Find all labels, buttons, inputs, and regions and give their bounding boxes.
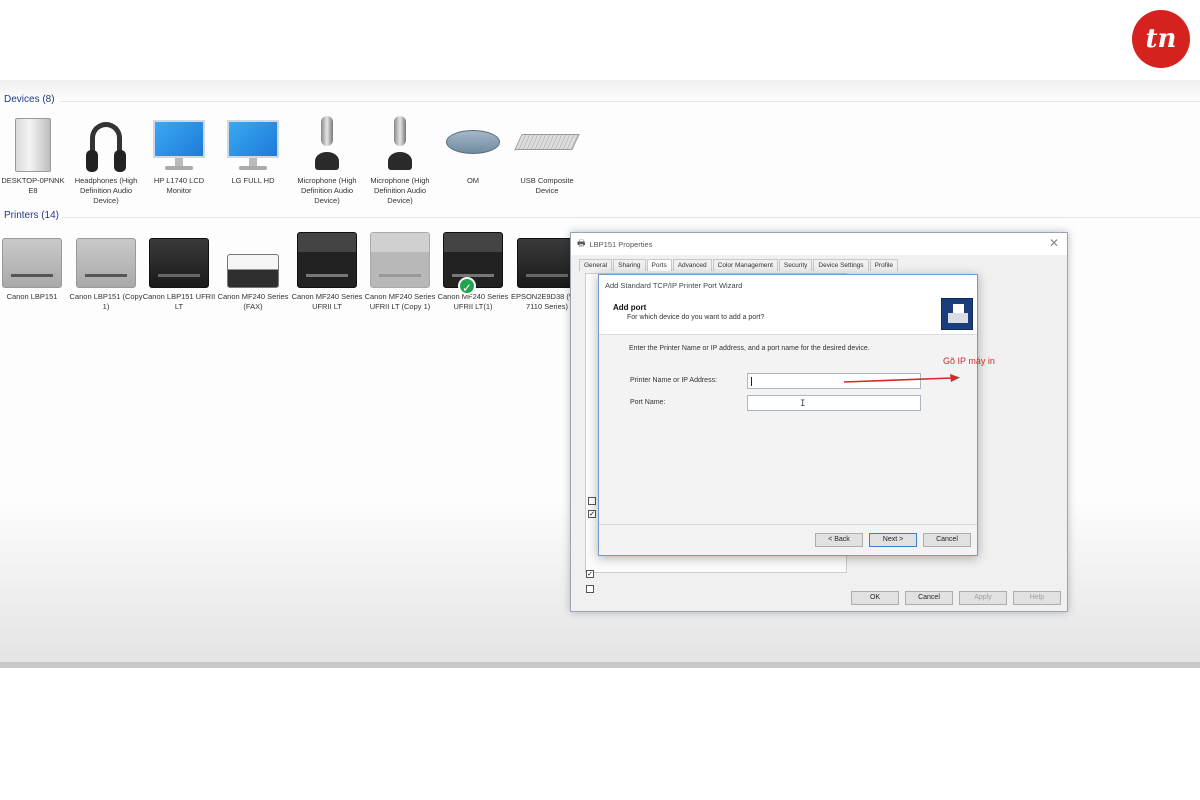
printer-label: Canon MF240 Series (FAX) <box>217 292 289 311</box>
ip-address-label: Printer Name or IP Address: <box>630 377 718 384</box>
tcpip-port-wizard: Add Standard TCP/IP Printer Port Wizard … <box>598 274 978 556</box>
printer-item-lbp151[interactable]: Canon LBP151 <box>0 228 69 302</box>
printer-label: Canon MF240 Series UFRII LT <box>291 292 363 311</box>
device-item-headphones[interactable]: Headphones (High Definition Audio Device… <box>69 112 143 206</box>
device-label: Microphone (High Definition Audio Device… <box>297 176 357 205</box>
printer-item-lbp151-copy1[interactable]: Canon LBP151 (Copy 1) <box>69 228 143 312</box>
printers-divider <box>62 217 1200 218</box>
device-item-hp-monitor[interactable]: HP L1740 LCD Monitor <box>142 112 216 196</box>
port-name-input[interactable]: I <box>747 395 921 411</box>
tab-advanced[interactable]: Advanced <box>672 259 712 271</box>
tab-sharing[interactable]: Sharing <box>613 259 646 271</box>
tab-color-management[interactable]: Color Management <box>712 259 778 271</box>
wizard-separator <box>599 524 977 525</box>
properties-title: LBP151 Properties <box>589 239 653 249</box>
close-icon[interactable]: ✕ <box>1049 236 1059 250</box>
properties-tabs: General Sharing Ports Advanced Color Man… <box>579 259 899 271</box>
printer-grey-icon <box>76 238 136 288</box>
printer-item-mf240-ufrii[interactable]: Canon MF240 Series UFRII LT <box>290 228 364 312</box>
tab-ports[interactable]: Ports <box>646 259 672 271</box>
mouse-icon <box>446 130 500 154</box>
mfp-black-icon <box>297 232 357 288</box>
printers-section-title[interactable]: Printers (14) <box>4 210 59 221</box>
device-item-microphone-2[interactable]: Microphone (High Definition Audio Device… <box>363 112 437 206</box>
annotation-text: Gõ IP máy in <box>943 356 995 366</box>
printer-item-mf240-ufrii-1[interactable]: ✓ Canon MF240 Series UFRII LT(1) <box>436 228 510 312</box>
devices-and-printers-window: Devices (8) DESKTOP-0PNNK E8 Headphones … <box>0 80 1200 668</box>
monitor-icon <box>227 120 279 172</box>
monitor-icon <box>153 120 205 172</box>
printer-item-lbp151-ufrii[interactable]: Canon LBP151 UFRII LT <box>142 228 216 312</box>
microphone-icon <box>312 116 342 172</box>
device-item-usb-composite[interactable]: USB Composite Device <box>510 112 584 196</box>
brand-logo: tn <box>1132 10 1190 68</box>
device-item-microphone-1[interactable]: Microphone (High Definition Audio Device… <box>290 112 364 206</box>
printer-item-mf240-ufrii-copy1[interactable]: Canon MF240 Series UFRII LT (Copy 1) <box>363 228 437 312</box>
printer-wizard-icon <box>941 298 973 330</box>
bidirectional-checkbox[interactable]: ✓ <box>586 570 594 578</box>
default-check-icon: ✓ <box>458 277 476 295</box>
device-item-mouse[interactable]: OM <box>436 112 510 186</box>
annotation-arrow-icon <box>844 374 960 383</box>
wizard-button-row: < Back Next > Cancel <box>815 533 971 547</box>
printer-label: Canon LBP151 (Copy 1) <box>69 292 143 311</box>
headphones-icon <box>86 122 126 172</box>
wizard-cancel-button[interactable]: Cancel <box>923 533 971 547</box>
wizard-title: Add Standard TCP/IP Printer Port Wizard <box>599 275 977 295</box>
printer-label: Canon LBP151 <box>6 292 58 301</box>
computer-tower-icon <box>15 118 51 172</box>
screen-bottom-edge <box>0 662 1200 668</box>
properties-titlebar: 🖶 LBP151 Properties <box>571 233 1067 255</box>
wizard-instruction: Enter the Printer Name or IP address, an… <box>629 345 870 352</box>
device-item-lg-monitor[interactable]: LG FULL HD <box>216 112 290 186</box>
device-label: USB Composite Device <box>520 176 574 195</box>
device-label: LG FULL HD <box>231 176 275 185</box>
fax-icon <box>227 254 279 288</box>
keyboard-icon <box>514 134 580 150</box>
printer-label: Canon MF240 Series UFRII LT(1) <box>437 292 509 311</box>
devices-divider <box>60 101 1200 102</box>
tab-profile[interactable]: Profile <box>869 259 898 271</box>
printer-grey-icon <box>2 238 62 288</box>
mfp-black-icon: ✓ <box>443 232 503 295</box>
pooling-checkbox[interactable] <box>586 585 594 593</box>
apply-button[interactable]: Apply <box>959 591 1007 605</box>
next-button[interactable]: Next > <box>869 533 917 547</box>
mfp-grey-icon <box>370 232 430 288</box>
printer-black-icon <box>517 238 577 288</box>
wizard-subheading: For which device do you want to add a po… <box>627 314 765 321</box>
device-item-desktop[interactable]: DESKTOP-0PNNK E8 <box>0 112 70 196</box>
device-label: Microphone (High Definition Audio Device… <box>370 176 430 205</box>
ok-button[interactable]: OK <box>851 591 899 605</box>
microphone-icon <box>385 116 415 172</box>
device-label: OM <box>466 176 480 185</box>
port-name-label: Port Name: <box>630 399 666 406</box>
devices-section-title[interactable]: Devices (8) <box>4 94 55 105</box>
device-label: DESKTOP-0PNNK E8 <box>1 176 65 195</box>
text-caret <box>751 377 752 386</box>
printer-label: Canon MF240 Series UFRII LT (Copy 1) <box>364 292 436 311</box>
top-frame: tn <box>0 0 1200 80</box>
port-checkbox[interactable] <box>588 497 596 505</box>
back-button[interactable]: < Back <box>815 533 863 547</box>
printer-icon: 🖶 <box>577 238 586 248</box>
help-button[interactable]: Help <box>1013 591 1061 605</box>
tab-device-settings[interactable]: Device Settings <box>813 259 869 271</box>
cancel-button[interactable]: Cancel <box>905 591 953 605</box>
wizard-header: Add port For which device do you want to… <box>599 295 977 335</box>
port-checkbox[interactable]: ✓ <box>588 510 596 518</box>
printer-black-icon <box>149 238 209 288</box>
properties-button-row: OK Cancel Apply Help <box>851 591 1061 605</box>
ibeam-cursor-icon: I <box>800 399 806 409</box>
tab-security[interactable]: Security <box>778 259 813 271</box>
device-label: Headphones (High Definition Audio Device… <box>74 176 138 205</box>
tab-general[interactable]: General <box>579 259 613 271</box>
device-label: HP L1740 LCD Monitor <box>153 176 205 195</box>
wizard-heading: Add port <box>613 303 647 312</box>
printer-label: Canon LBP151 UFRII LT <box>142 292 216 311</box>
printer-item-mf240-fax[interactable]: Canon MF240 Series (FAX) <box>216 228 290 312</box>
